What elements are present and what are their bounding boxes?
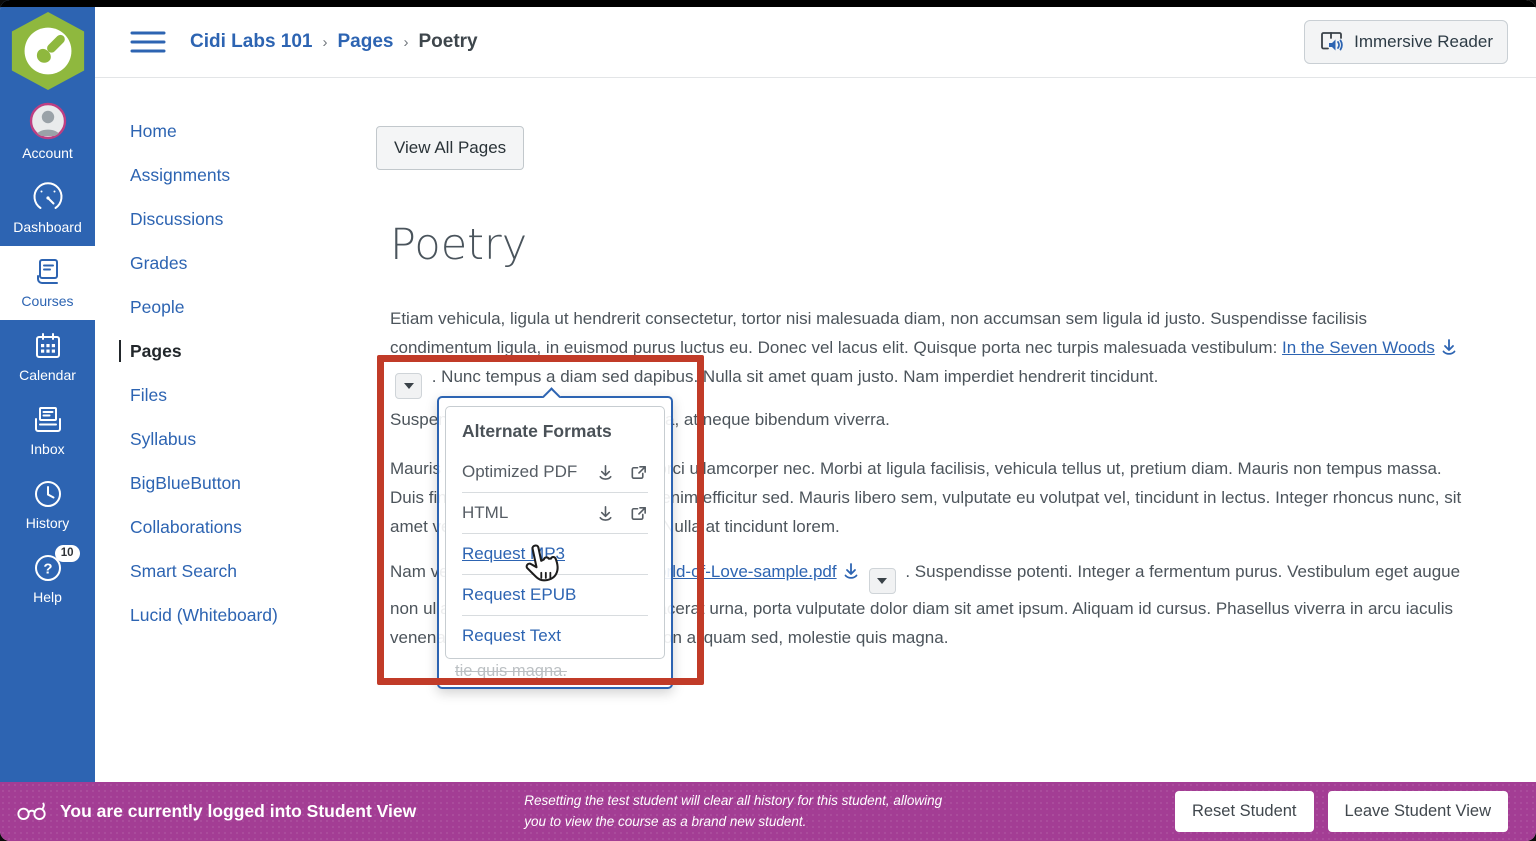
course-nav-smart-search[interactable]: Smart Search xyxy=(130,560,376,582)
sidebar-item-label: Help xyxy=(33,589,62,605)
dropdown-item-label: Request EPUB xyxy=(462,585,648,605)
dropdown-panel: Alternate Formats Optimized PDF HTML Req… xyxy=(445,406,665,659)
course-nav-assignments[interactable]: Assignments xyxy=(130,164,376,186)
breadcrumb: Cidi Labs 101 › Pages › Poetry xyxy=(190,31,478,53)
download-icon[interactable] xyxy=(1439,337,1459,357)
sidebar-item-dashboard[interactable]: Dashboard xyxy=(0,172,95,246)
in-the-seven-woods-link[interactable]: In the Seven Woods xyxy=(1282,338,1435,357)
course-nav-home[interactable]: Home xyxy=(130,120,376,142)
dropdown-title: Alternate Formats xyxy=(462,419,648,452)
inbox-icon xyxy=(32,404,64,436)
sidebar-item-help[interactable]: ? 10 Help xyxy=(0,542,95,616)
dropdown-item-label: Request Text xyxy=(462,626,648,646)
download-icon[interactable] xyxy=(841,561,861,581)
sidebar-item-inbox[interactable]: Inbox xyxy=(0,394,95,468)
dropdown-item-label: Optimized PDF xyxy=(462,462,582,482)
sidebar-item-label: Inbox xyxy=(30,441,64,457)
student-view-description: Resetting the test student will clear al… xyxy=(524,791,1161,833)
course-nav-discussions[interactable]: Discussions xyxy=(130,208,376,230)
help-badge: 10 xyxy=(55,545,80,562)
dropdown-item-request-epub[interactable]: Request EPUB xyxy=(462,574,648,615)
glasses-icon xyxy=(16,801,48,823)
caret-down-icon xyxy=(877,578,887,584)
obscured-paragraph-text: tie quis magna. xyxy=(455,662,665,681)
dropdown-item-label: Request MP3 xyxy=(462,544,648,564)
course-nav-pages[interactable]: Pages xyxy=(119,340,376,362)
dropdown-item-optimized-pdf[interactable]: Optimized PDF xyxy=(462,452,648,492)
course-nav-files[interactable]: Files xyxy=(130,384,376,406)
course-nav-syllabus[interactable]: Syllabus xyxy=(130,428,376,450)
dropdown-item-label: HTML xyxy=(462,503,582,523)
leave-student-view-button[interactable]: Leave Student View xyxy=(1328,791,1508,832)
screen-top-edge xyxy=(0,0,1536,7)
paragraph-text: Etiam vehicula, ligula ut hendrerit cons… xyxy=(390,309,1367,357)
history-clock-icon xyxy=(32,478,64,510)
dropdown-item-request-mp3[interactable]: Request MP3 xyxy=(462,533,648,574)
export-icon[interactable] xyxy=(629,463,648,482)
avatar-icon xyxy=(29,102,67,140)
breadcrumb-course-link[interactable]: Cidi Labs 101 xyxy=(190,31,313,53)
svg-text:?: ? xyxy=(43,561,52,578)
immersive-reader-button[interactable]: Immersive Reader xyxy=(1304,20,1508,64)
top-header: Cidi Labs 101 › Pages › Poetry Immersive… xyxy=(95,7,1536,78)
help-question-icon: ? 10 xyxy=(32,552,64,584)
sidebar-item-calendar[interactable]: Calendar xyxy=(0,320,95,394)
caret-down-icon xyxy=(404,383,414,389)
calendar-icon xyxy=(32,330,64,362)
view-all-pages-button[interactable]: View All Pages xyxy=(376,126,524,170)
dropdown-item-request-text[interactable]: Request Text xyxy=(462,615,648,656)
description-line-2: you to view the course as a brand new st… xyxy=(524,814,806,829)
course-nav-lucid-whiteboard[interactable]: Lucid (Whiteboard) xyxy=(130,604,376,626)
course-nav: Home Assignments Discussions Grades Peop… xyxy=(95,78,376,648)
sidebar-item-account[interactable]: Account xyxy=(0,92,95,172)
paragraph-1: Etiam vehicula, ligula ut hendrerit cons… xyxy=(390,304,1465,399)
sidebar-item-label: Dashboard xyxy=(13,219,82,235)
breadcrumb-separator: › xyxy=(323,34,328,51)
student-view-bar: You are currently logged into Student Vi… xyxy=(0,782,1536,841)
sidebar-item-label: Calendar xyxy=(19,367,76,383)
course-nav-grades[interactable]: Grades xyxy=(130,252,376,274)
breadcrumb-pages-link[interactable]: Pages xyxy=(338,31,394,53)
sidebar-item-label: Courses xyxy=(21,293,73,309)
immersive-reader-label: Immersive Reader xyxy=(1354,32,1493,52)
courses-book-icon xyxy=(32,256,64,288)
breadcrumb-current-page: Poetry xyxy=(418,31,477,53)
alternate-formats-dropdown: Alternate Formats Optimized PDF HTML Req… xyxy=(437,396,673,689)
download-icon[interactable] xyxy=(596,463,615,482)
dropdown-item-html[interactable]: HTML xyxy=(462,492,648,533)
reset-student-button[interactable]: Reset Student xyxy=(1175,791,1314,832)
page-title: Poetry xyxy=(390,220,1536,270)
alternate-formats-dropdown-button[interactable] xyxy=(395,373,422,399)
cidi-labs-logo[interactable] xyxy=(7,10,89,92)
description-line-1: Resetting the test student will clear al… xyxy=(524,793,942,808)
pdf-alternate-formats-button[interactable] xyxy=(869,568,896,594)
student-view-message: You are currently logged into Student Vi… xyxy=(60,801,416,822)
sidebar-item-label: Account xyxy=(22,145,73,161)
hamburger-menu-button[interactable] xyxy=(130,29,166,55)
download-icon[interactable] xyxy=(596,504,615,523)
dashboard-gauge-icon xyxy=(32,182,64,214)
global-sidebar: Account Dashboard xyxy=(0,0,95,782)
sidebar-item-label: History xyxy=(26,515,70,531)
course-nav-bigbluebutton[interactable]: BigBlueButton xyxy=(130,472,376,494)
breadcrumb-separator: › xyxy=(403,34,408,51)
sidebar-item-history[interactable]: History xyxy=(0,468,95,542)
hamburger-icon xyxy=(130,29,166,55)
app-frame: Account Dashboard xyxy=(0,0,1536,841)
export-icon[interactable] xyxy=(629,504,648,523)
page-content: View All Pages Poetry Etiam vehicula, li… xyxy=(376,78,1536,782)
sidebar-item-courses[interactable]: Courses xyxy=(0,246,95,320)
course-nav-people[interactable]: People xyxy=(130,296,376,318)
paragraph-text: . Nunc tempus a diam sed dapibus. Nulla … xyxy=(427,367,1158,386)
course-nav-collaborations[interactable]: Collaborations xyxy=(130,516,376,538)
immersive-reader-icon xyxy=(1319,30,1345,54)
